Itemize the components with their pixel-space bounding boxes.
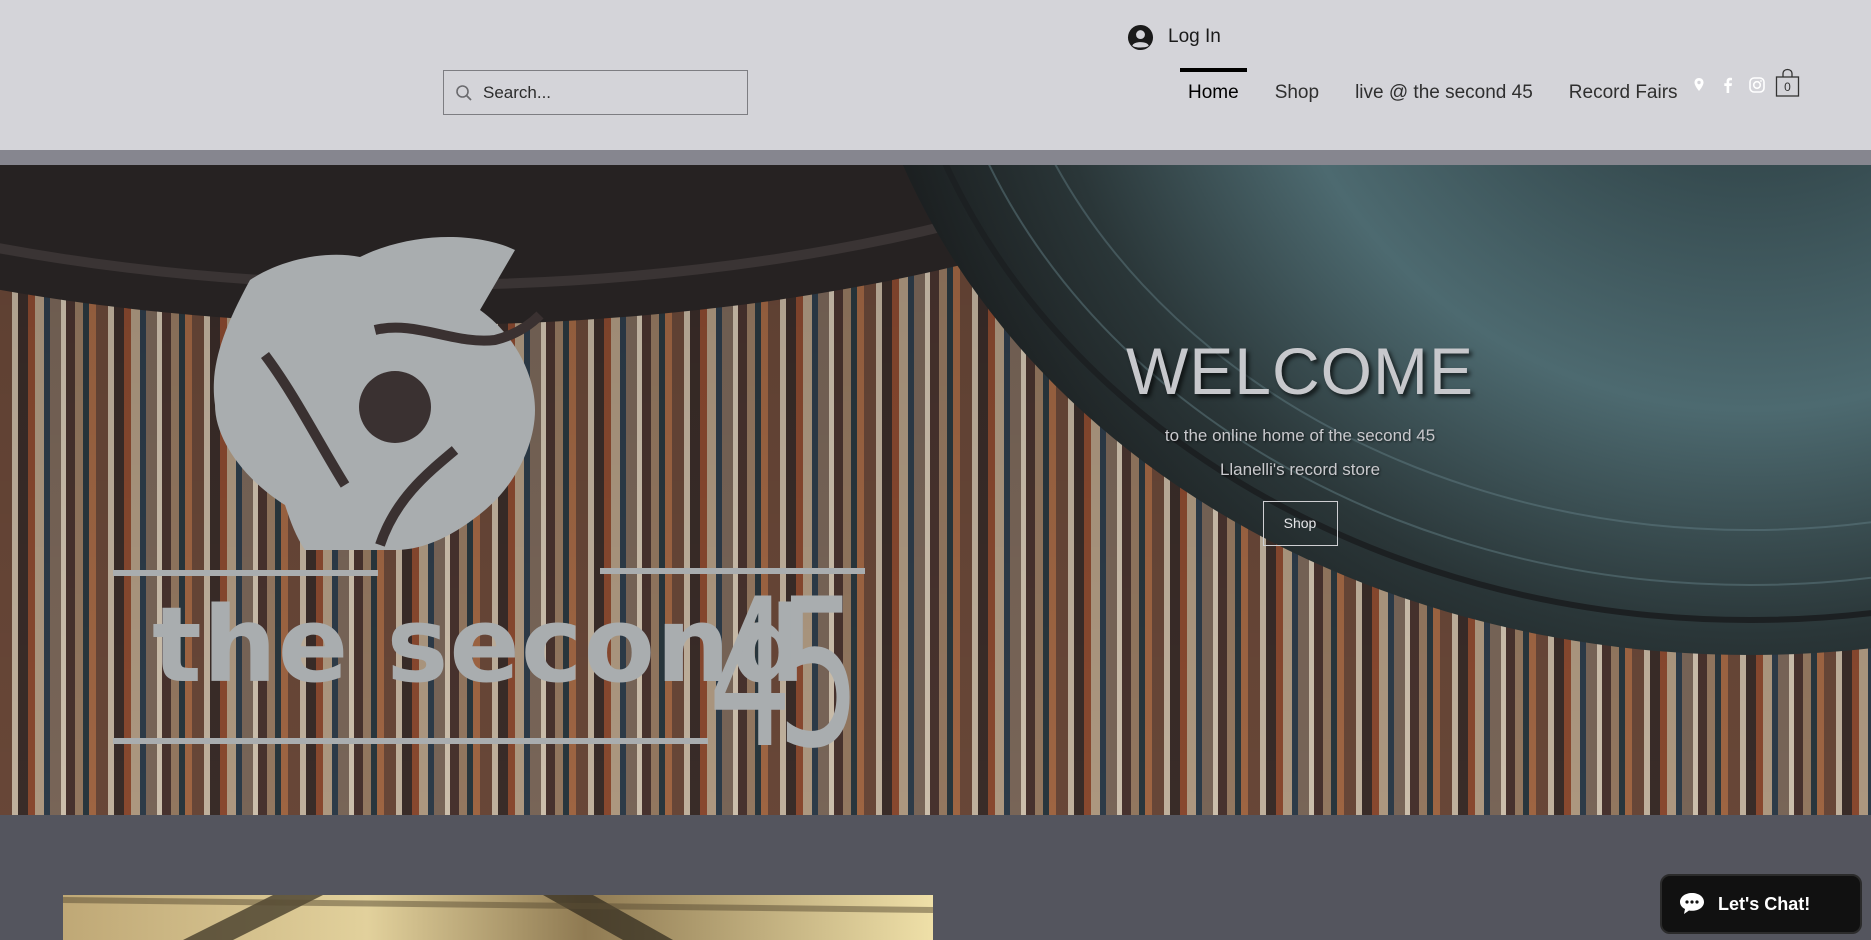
nav-home[interactable]: Home (1170, 68, 1257, 118)
search-icon (456, 84, 472, 101)
header-divider (0, 150, 1871, 165)
main-nav: Home Shop live @ the second 45 Record Fa… (1170, 68, 1696, 118)
nav-live[interactable]: live @ the second 45 (1337, 68, 1551, 118)
user-avatar-icon (1127, 24, 1154, 50)
logo-number: 45 (708, 556, 861, 794)
featured-photo (63, 895, 933, 940)
welcome-block: WELCOME to the online home of the second… (1100, 333, 1500, 546)
login-button[interactable]: Log In (1127, 22, 1221, 52)
map-pin-icon[interactable] (1690, 76, 1708, 94)
chat-widget-button[interactable]: Let's Chat! (1660, 874, 1862, 934)
cart-count: 0 (1784, 80, 1791, 94)
nav-shop[interactable]: Shop (1257, 68, 1337, 118)
instagram-icon[interactable] (1748, 76, 1766, 94)
facebook-icon[interactable] (1719, 76, 1737, 94)
nav-record-fairs[interactable]: Record Fairs (1551, 68, 1696, 118)
welcome-line-2: Llanelli's record store (1219, 460, 1381, 479)
welcome-title: WELCOME (1125, 334, 1475, 408)
search-box[interactable] (443, 70, 748, 115)
welcome-line-1: to the online home of the second 45 (1164, 426, 1436, 445)
chat-bubbles-icon (1680, 893, 1704, 914)
featured-photo-image (63, 895, 933, 940)
login-label: Log In (1168, 26, 1221, 47)
social-bar (1690, 72, 1766, 98)
cart-button[interactable]: 0 (1775, 68, 1800, 98)
hero-shop-button[interactable]: Shop (1262, 501, 1338, 546)
chat-label: Let's Chat! (1718, 893, 1811, 914)
hero-section: the second 45 WELCOME to the online home… (0, 165, 1871, 815)
site-header: Log In Home Shop live @ the second 45 Re… (0, 0, 1871, 150)
search-input[interactable] (483, 82, 733, 103)
